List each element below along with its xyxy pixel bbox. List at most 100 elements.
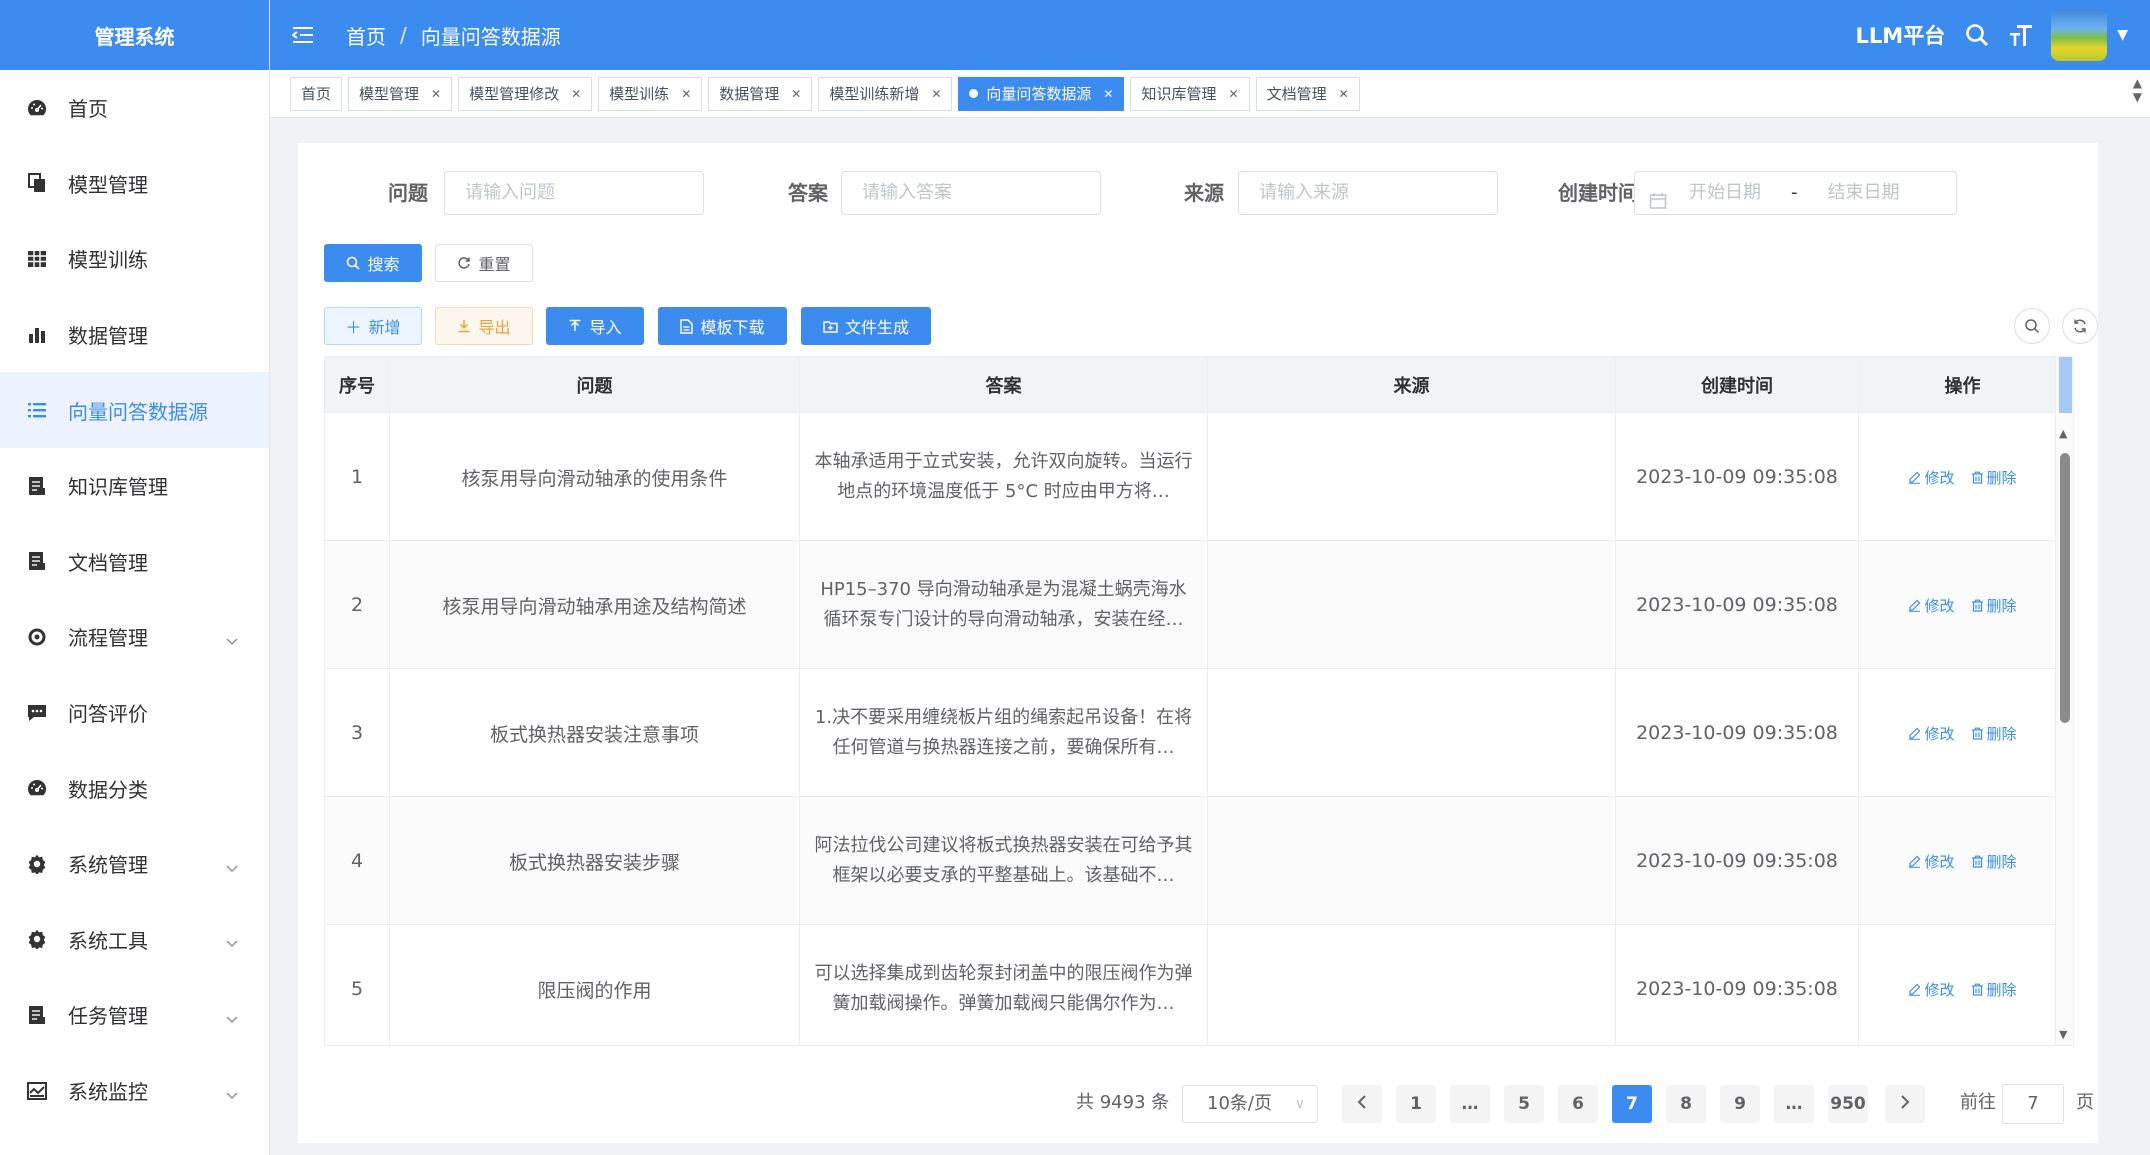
sidebar-item-label: 问答评价: [68, 702, 148, 727]
sidebar-item-label: 系统管理: [68, 853, 148, 878]
close-icon[interactable]: ✕: [1103, 87, 1113, 101]
source-input[interactable]: 请输入来源: [1238, 171, 1498, 215]
close-icon[interactable]: ✕: [431, 87, 441, 101]
download-icon: [457, 319, 471, 333]
sidebar-item[interactable]: 向量问答数据源: [0, 372, 269, 448]
end-date-input[interactable]: 结束日期: [1828, 172, 1900, 214]
sidebar-item[interactable]: 首页: [0, 70, 269, 146]
chevron-down-icon: ∨: [1294, 1096, 1305, 1112]
tag-label: 数据管理: [719, 85, 780, 103]
sidebar-item-label: 文档管理: [68, 550, 148, 575]
page-button[interactable]: 6: [1558, 1085, 1598, 1123]
breadcrumb-home[interactable]: 首页: [346, 21, 386, 50]
tag-item[interactable]: 模型训练 ✕: [598, 76, 703, 111]
page-button[interactable]: 8: [1666, 1085, 1706, 1123]
export-button[interactable]: 导出: [435, 307, 533, 345]
toggle-search-icon[interactable]: [2014, 308, 2050, 344]
date-range-picker[interactable]: 开始日期 - 结束日期: [1634, 171, 1957, 215]
delete-button[interactable]: 删除: [1971, 979, 2017, 1000]
pagination: 共 9493 条 10条/页 ∨ 1… 5 6 7 8 9… 950 前往 7 页: [298, 1083, 2098, 1124]
sidebar-item[interactable]: 模型训练: [0, 221, 269, 297]
page-button[interactable]: 7: [1612, 1085, 1652, 1123]
platform-name[interactable]: LLM平台: [1856, 20, 1946, 50]
cell-question: 核泵用导向滑动轴承的使用条件: [390, 413, 800, 541]
search-icon[interactable]: [1963, 21, 1991, 49]
tag-item[interactable]: 模型管理修改 ✕: [458, 76, 593, 111]
close-icon[interactable]: ✕: [1339, 87, 1349, 101]
page-button[interactable]: 950: [1828, 1085, 1868, 1123]
tag-item[interactable]: 模型训练新增 ✕: [818, 76, 953, 111]
page-button[interactable]: 5: [1504, 1085, 1544, 1123]
prev-page-button[interactable]: [1342, 1085, 1382, 1123]
next-page-button[interactable]: [1885, 1085, 1925, 1123]
sidebar-item[interactable]: 问答评价: [0, 675, 269, 751]
tag-item[interactable]: 文档管理 ✕: [1255, 76, 1360, 111]
sidebar-item[interactable]: 系统监控: [0, 1053, 269, 1129]
user-avatar[interactable]: [2051, 9, 2108, 61]
close-icon[interactable]: ✕: [1229, 87, 1239, 101]
total-count: 共 9493 条: [1076, 1092, 1170, 1113]
close-icon[interactable]: ✕: [791, 87, 801, 101]
delete-button[interactable]: 删除: [1971, 723, 2017, 744]
sidebar-item[interactable]: 文档管理: [0, 524, 269, 600]
scroll-thumb[interactable]: [2060, 453, 2070, 723]
sidebar-item[interactable]: 知识库管理: [0, 448, 269, 524]
more-pages-button[interactable]: …: [1450, 1085, 1490, 1123]
chevron-down-icon: [225, 931, 239, 955]
table-scrollbar[interactable]: ▲ ▼: [2055, 357, 2073, 1045]
calendar-icon: [1649, 184, 1667, 209]
page-size-select[interactable]: 10条/页 ∨: [1182, 1085, 1318, 1123]
close-icon[interactable]: ✕: [571, 87, 581, 101]
goto-page-input[interactable]: 7: [2002, 1084, 2064, 1124]
close-icon[interactable]: ✕: [681, 87, 691, 101]
start-date-input[interactable]: 开始日期: [1689, 172, 1761, 214]
scroll-down-arrow[interactable]: ▼: [2059, 1028, 2067, 1041]
add-button[interactable]: ＋ 新增: [324, 307, 422, 345]
delete-button[interactable]: 删除: [1971, 595, 2017, 616]
edit-icon: [1908, 727, 1921, 740]
delete-icon: [1971, 471, 1984, 484]
tag-item[interactable]: 数据管理 ✕: [708, 76, 813, 111]
sidebar-item[interactable]: 模型管理: [0, 146, 269, 222]
edit-button[interactable]: 修改: [1908, 467, 1955, 488]
reset-button[interactable]: 重置: [435, 244, 533, 282]
tag-item[interactable]: 模型管理 ✕: [348, 76, 453, 111]
more-pages-button[interactable]: …: [1774, 1085, 1814, 1123]
sidebar-item[interactable]: 数据管理: [0, 297, 269, 373]
import-button[interactable]: 导入: [546, 307, 644, 345]
question-input[interactable]: 请输入问题: [444, 171, 704, 215]
edit-button[interactable]: 修改: [1908, 851, 1955, 872]
edit-button[interactable]: 修改: [1908, 979, 1955, 1000]
cell-index: 3: [325, 669, 390, 797]
delete-button[interactable]: 删除: [1971, 467, 2017, 488]
monitor-icon: [26, 1080, 48, 1102]
close-icon[interactable]: ✕: [931, 87, 941, 101]
refresh-icon[interactable]: [2062, 308, 2098, 344]
sidebar-item-label: 数据分类: [68, 777, 148, 802]
page-button[interactable]: 9: [1720, 1085, 1760, 1123]
template-download-button[interactable]: 模板下载: [658, 307, 787, 345]
sidebar-item[interactable]: 数据分类: [0, 750, 269, 826]
delete-button[interactable]: 删除: [1971, 851, 2017, 872]
sidebar-item[interactable]: 系统管理: [0, 826, 269, 902]
page-button[interactable]: 1: [1396, 1085, 1436, 1123]
edit-button[interactable]: 修改: [1908, 595, 1955, 616]
tag-item[interactable]: 知识库管理 ✕: [1130, 76, 1250, 111]
tag-item[interactable]: 向量问答数据源 ✕: [958, 76, 1125, 111]
search-button[interactable]: 搜索: [324, 244, 422, 282]
column-header: 序号: [325, 357, 390, 413]
caret-down-icon[interactable]: ▼: [2117, 27, 2128, 43]
edit-button[interactable]: 修改: [1908, 723, 1955, 744]
sidebar-item[interactable]: 系统工具: [0, 902, 269, 978]
sidebar-item-label: 数据管理: [68, 324, 148, 349]
scroll-up-arrow[interactable]: ▲: [2059, 427, 2067, 440]
sidebar-item[interactable]: 流程管理: [0, 599, 269, 675]
file-generate-button[interactable]: 文件生成: [801, 307, 931, 345]
font-size-icon[interactable]: [2007, 21, 2035, 49]
sidebar-item[interactable]: 任务管理: [0, 977, 269, 1053]
hamburger-icon[interactable]: [292, 23, 316, 47]
tag-item[interactable]: 首页: [290, 76, 343, 111]
answer-input[interactable]: 请输入答案: [841, 171, 1101, 215]
tags-scroll-arrows[interactable]: ▲ ▼: [2133, 76, 2142, 104]
header-right: LLM平台 ▼: [1856, 0, 2150, 70]
